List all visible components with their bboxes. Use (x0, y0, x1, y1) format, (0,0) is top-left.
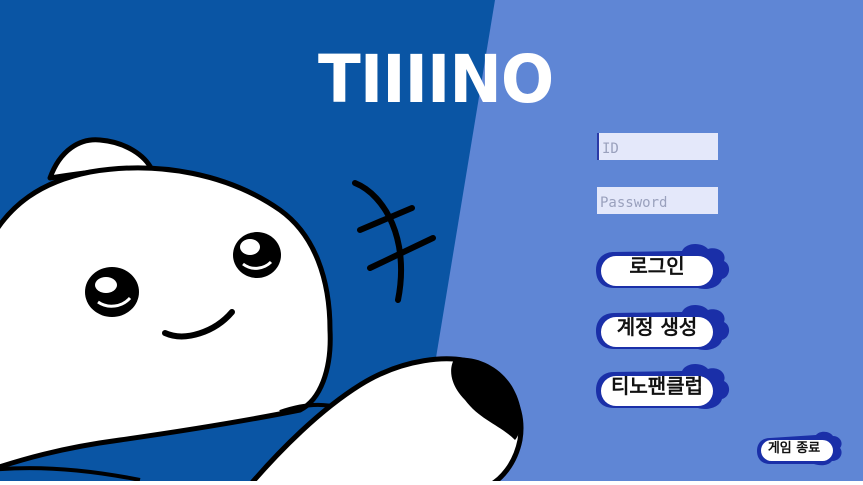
login-button[interactable]: 로그인 (594, 243, 730, 293)
title-screen: TIIIINO 로그인 계정 생성 티노팬클럽 게임 종료 (0, 0, 863, 485)
create-account-label: 계정 생성 (616, 315, 698, 339)
login-label: 로그인 (629, 254, 685, 278)
game-logo: TIIIINO (318, 41, 554, 118)
exit-game-label: 게임 종료 (767, 441, 821, 456)
exit-game-button[interactable]: 게임 종료 (756, 431, 842, 467)
fan-club-label: 티노팬클럽 (611, 374, 703, 398)
create-account-button[interactable]: 계정 생성 (594, 304, 730, 354)
fan-club-button[interactable]: 티노팬클럽 (594, 363, 730, 413)
id-input[interactable] (597, 133, 718, 160)
password-input[interactable] (597, 187, 718, 214)
